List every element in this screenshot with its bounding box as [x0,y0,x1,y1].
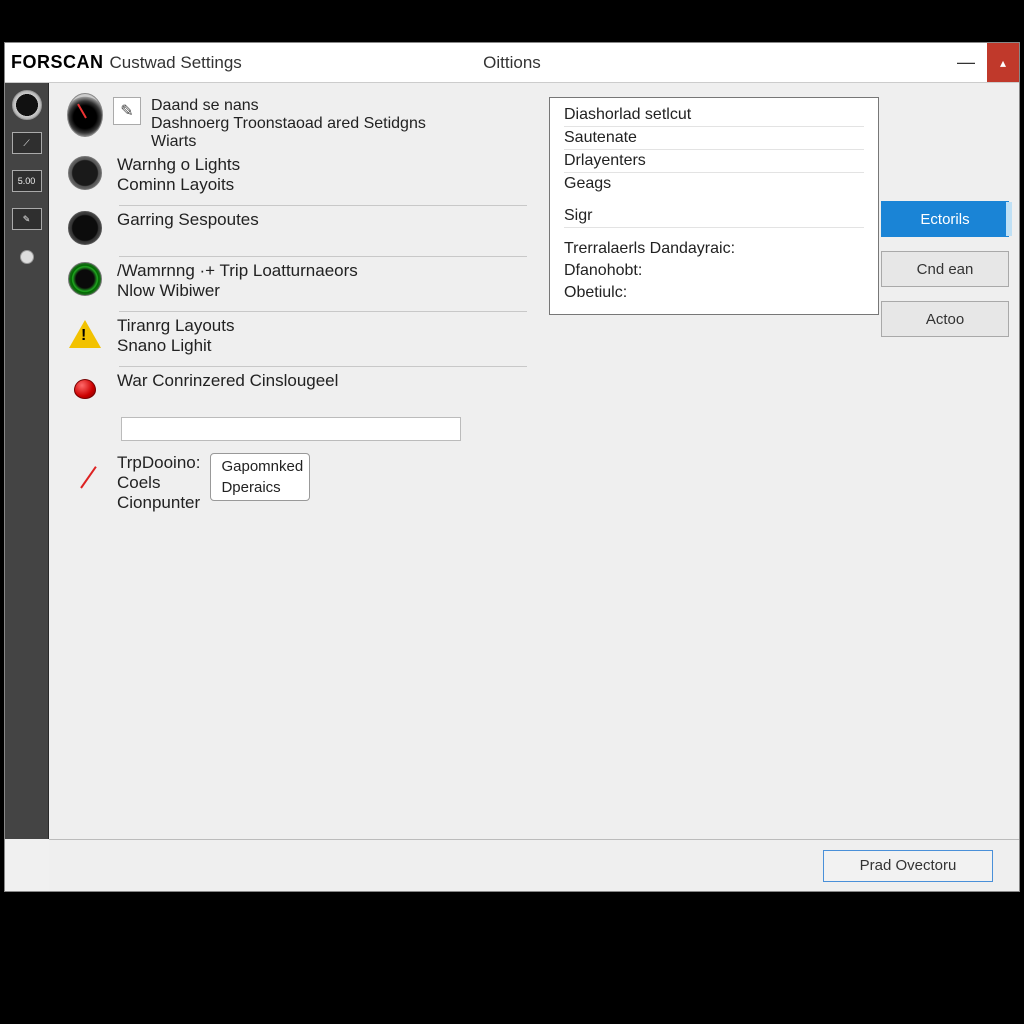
select-option-2: Dperaics [221,479,299,496]
panel-row[interactable]: Trerralaerls Dandayraic: [564,238,864,260]
needle-icon [67,453,103,489]
footer-bar: Prad Ovectoru [49,839,1019,891]
gauge-icon [67,210,103,246]
gauge-icon [67,97,103,133]
list-item-war-continued[interactable]: War Conrinzered Cinslougeel [67,367,527,417]
panel-row[interactable]: Sautenate [564,127,864,150]
sidebar-badge[interactable]: 5.00 [10,167,44,195]
panel-row[interactable]: Geags [564,173,864,195]
settings-list: ✎ Daand se nans Dashnoerg Troonstaoad ar… [67,97,527,523]
action-buttons: Ectorils Cnd ean Actoo [881,201,1009,337]
list-item-gauges[interactable]: Garring Sespoutes [67,206,527,256]
text-field[interactable] [121,417,461,441]
sidebar-dot-icon[interactable] [10,243,44,271]
minimize-button[interactable]: — [945,43,987,82]
panel-row[interactable]: Obetiulc: [564,282,864,304]
panel-row[interactable]: Dfanohobt: [564,260,864,282]
content-area: ✎ Daand se nans Dashnoerg Troonstaoad ar… [49,83,1019,839]
item-subtitle: Nlow Wibiwer [117,281,527,301]
item-line2: Coels [117,473,200,493]
ok-button[interactable]: Prad Ovectoru [823,850,993,882]
body-area: ⟋ 5.00 ✎ ✎ Daand se nans Dashnoerg Troon… [5,83,1019,839]
item-subtitle: Cominn Layoits [117,175,527,195]
item-title: Warnhg o Lights [117,155,527,175]
app-window: FORSCAN Custwad Settings Oittions — ▴ ⟋ … [4,42,1020,892]
warning-triangle-icon [67,316,103,352]
item-title: /Wamrnng ·+ Trip Loatturnaeors [117,261,527,281]
list-item-trip-computer[interactable]: TrpDooino: Coels Cionpunter Gapomnked Dp… [67,449,527,523]
sidebar-gauge-icon[interactable] [10,91,44,119]
titlebar-left: FORSCAN Custwad Settings [5,52,242,73]
panel-row[interactable]: Sigr [564,205,864,228]
sidebar: ⟋ 5.00 ✎ [5,83,49,839]
trip-labels: TrpDooino: Coels Cionpunter [117,453,200,513]
header-line3: Wiarts [151,133,527,151]
app-name: FORSCAN [11,52,104,73]
window-controls: — ▴ [945,43,1019,82]
sidebar-edit-icon[interactable]: ✎ [10,205,44,233]
select-box[interactable]: Gapomnked Dperaics [210,453,310,501]
list-item-warning-lights[interactable]: Warnhg o Lights Cominn Layoits [67,151,527,205]
titlebar: FORSCAN Custwad Settings Oittions — ▴ [5,43,1019,83]
item-line1: TrpDooino: [117,453,200,473]
secondary-action-button[interactable]: Cnd ean [881,251,1009,287]
select-option-1: Gapomnked [221,458,299,475]
panel-row[interactable]: Diashorlad setlcut [564,104,864,127]
red-indicator-icon [67,371,103,407]
list-item-trip-warning[interactable]: /Wamrnng ·+ Trip Loatturnaeors Nlow Wibi… [67,257,527,311]
sidebar-graph-icon[interactable]: ⟋ [10,129,44,157]
header-line1: Daand se nans [151,97,527,115]
item-title: War Conrinzered Cinslougeel [117,371,527,391]
close-button[interactable]: ▴ [987,43,1019,82]
list-item-header[interactable]: ✎ Daand se nans Dashnoerg Troonstaoad ar… [67,97,527,151]
header-text: Daand se nans Dashnoerg Troonstaoad ared… [151,97,527,151]
item-line3: Cionpunter [117,493,200,513]
item-title: Garring Sespoutes [117,210,527,230]
item-subtitle: Snano Lighit [117,336,527,356]
panel-row[interactable]: Drlayenters [564,150,864,173]
header-line2: Dashnoerg Troonstaoad ared Setidgns [151,115,527,133]
edit-icon[interactable]: ✎ [113,97,141,125]
list-item-layouts[interactable]: Tiranrg Layouts Snano Lighit [67,312,527,366]
details-panel: Diashorlad setlcut Sautenate Drlayenters… [549,97,879,315]
gauge-green-icon [67,261,103,297]
tertiary-action-button[interactable]: Actoo [881,301,1009,337]
spacer [564,195,864,205]
spacer [564,228,864,238]
gauge-icon [67,155,103,191]
item-title: Tiranrg Layouts [117,316,527,336]
primary-action-button[interactable]: Ectorils [881,201,1009,237]
window-subtitle: Custwad Settings [110,53,242,73]
